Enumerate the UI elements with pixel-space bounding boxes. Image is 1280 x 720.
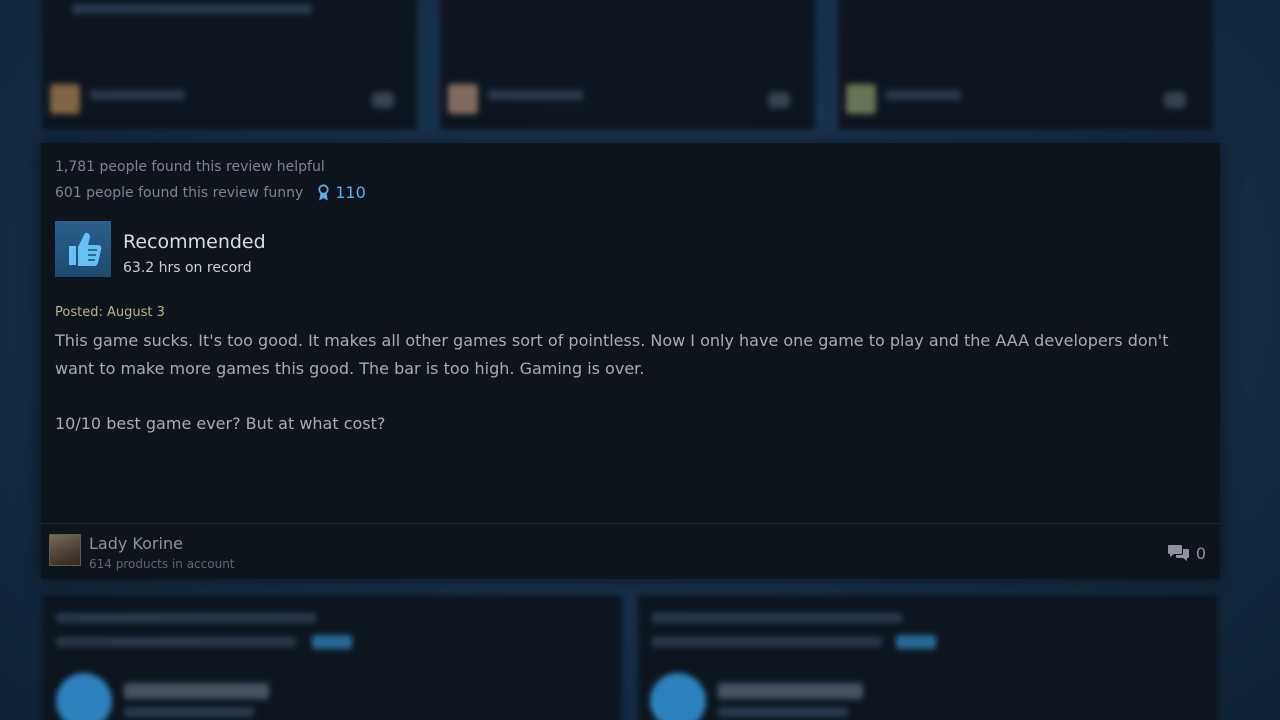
- award-count: 110: [335, 183, 366, 202]
- background-review-card: [638, 595, 1218, 720]
- helpful-count-text: 1,781 people found this review helpful: [55, 159, 325, 175]
- posted-date: Posted: August 3: [55, 305, 165, 320]
- review-paragraph: This game sucks. It's too good. It makes…: [55, 331, 1169, 378]
- review-paragraph: 10/10 best game ever? But at what cost?: [55, 414, 386, 433]
- author-name-link[interactable]: Lady Korine: [89, 534, 183, 553]
- hours-on-record: 63.2 hrs on record: [123, 260, 252, 276]
- award-ribbon-icon: [318, 183, 329, 200]
- thumbs-up-icon[interactable]: [55, 221, 111, 277]
- recommendation-title[interactable]: Recommended: [123, 231, 266, 253]
- award-button[interactable]: 110: [317, 183, 366, 202]
- background-review-card: [42, 595, 622, 720]
- background-review-card: [42, 0, 417, 130]
- background-review-card: [440, 0, 815, 130]
- background-review-card: [838, 0, 1213, 130]
- review-card: 1,781 people found this review helpful 6…: [41, 143, 1220, 579]
- funny-count-text: 601 people found this review funny: [55, 184, 304, 201]
- review-body: This game sucks. It's too good. It makes…: [55, 327, 1205, 438]
- funny-row: 601 people found this review funny 110: [55, 183, 366, 202]
- thumbs-up-glyph: [69, 232, 102, 266]
- avatar[interactable]: [49, 534, 81, 566]
- author-products-count: 614 products in account: [89, 557, 235, 571]
- comment-count: 0: [1195, 543, 1206, 563]
- footer-divider: [41, 523, 1220, 524]
- speech-bubbles-icon: [1167, 545, 1189, 561]
- comments-button[interactable]: 0: [1167, 543, 1206, 563]
